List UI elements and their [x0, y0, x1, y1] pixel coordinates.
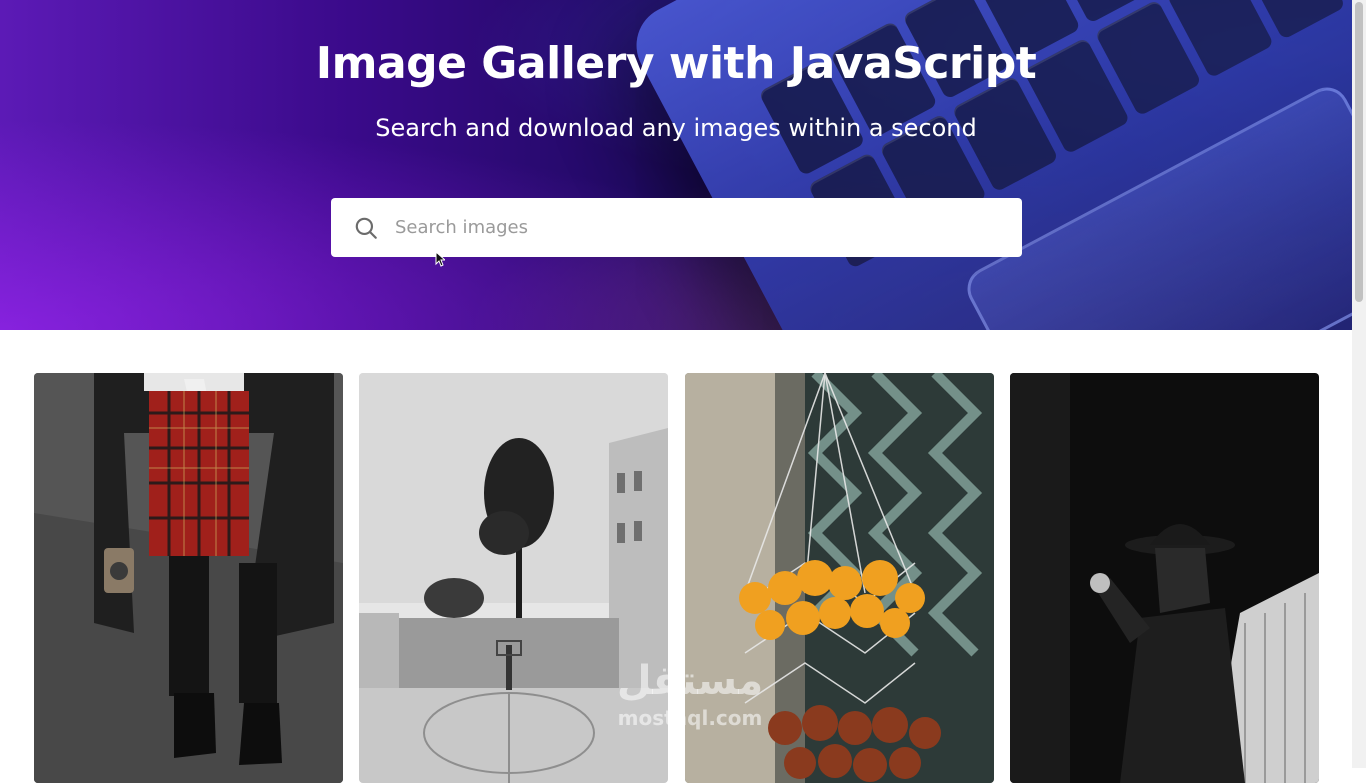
woman-in-hat-shadow-photo[interactable]	[1010, 373, 1319, 783]
plaid-skirt-coat-photo[interactable]	[34, 373, 343, 783]
page-title: Image Gallery with JavaScript	[315, 38, 1037, 89]
hero-banner: Image Gallery with JavaScript Search and…	[0, 0, 1352, 330]
scrollbar-thumb[interactable]	[1355, 2, 1363, 302]
image-gallery	[0, 330, 1352, 783]
search-input[interactable]	[393, 197, 1022, 258]
vertical-scrollbar[interactable]	[1352, 0, 1366, 768]
gallery-image-card[interactable]	[359, 373, 668, 783]
mouse-cursor-icon	[435, 251, 445, 267]
gallery-image-card[interactable]	[34, 373, 343, 783]
gallery-image-card[interactable]	[685, 373, 994, 783]
gallery-image-card[interactable]	[1010, 373, 1319, 783]
search-icon	[355, 217, 377, 239]
oranges-in-net-bag-photo[interactable]	[685, 373, 994, 783]
page-subtitle: Search and download any images within a …	[375, 114, 977, 142]
courtyard-tree-basketball-court-photo[interactable]	[359, 373, 668, 783]
search-box[interactable]	[331, 197, 1022, 258]
